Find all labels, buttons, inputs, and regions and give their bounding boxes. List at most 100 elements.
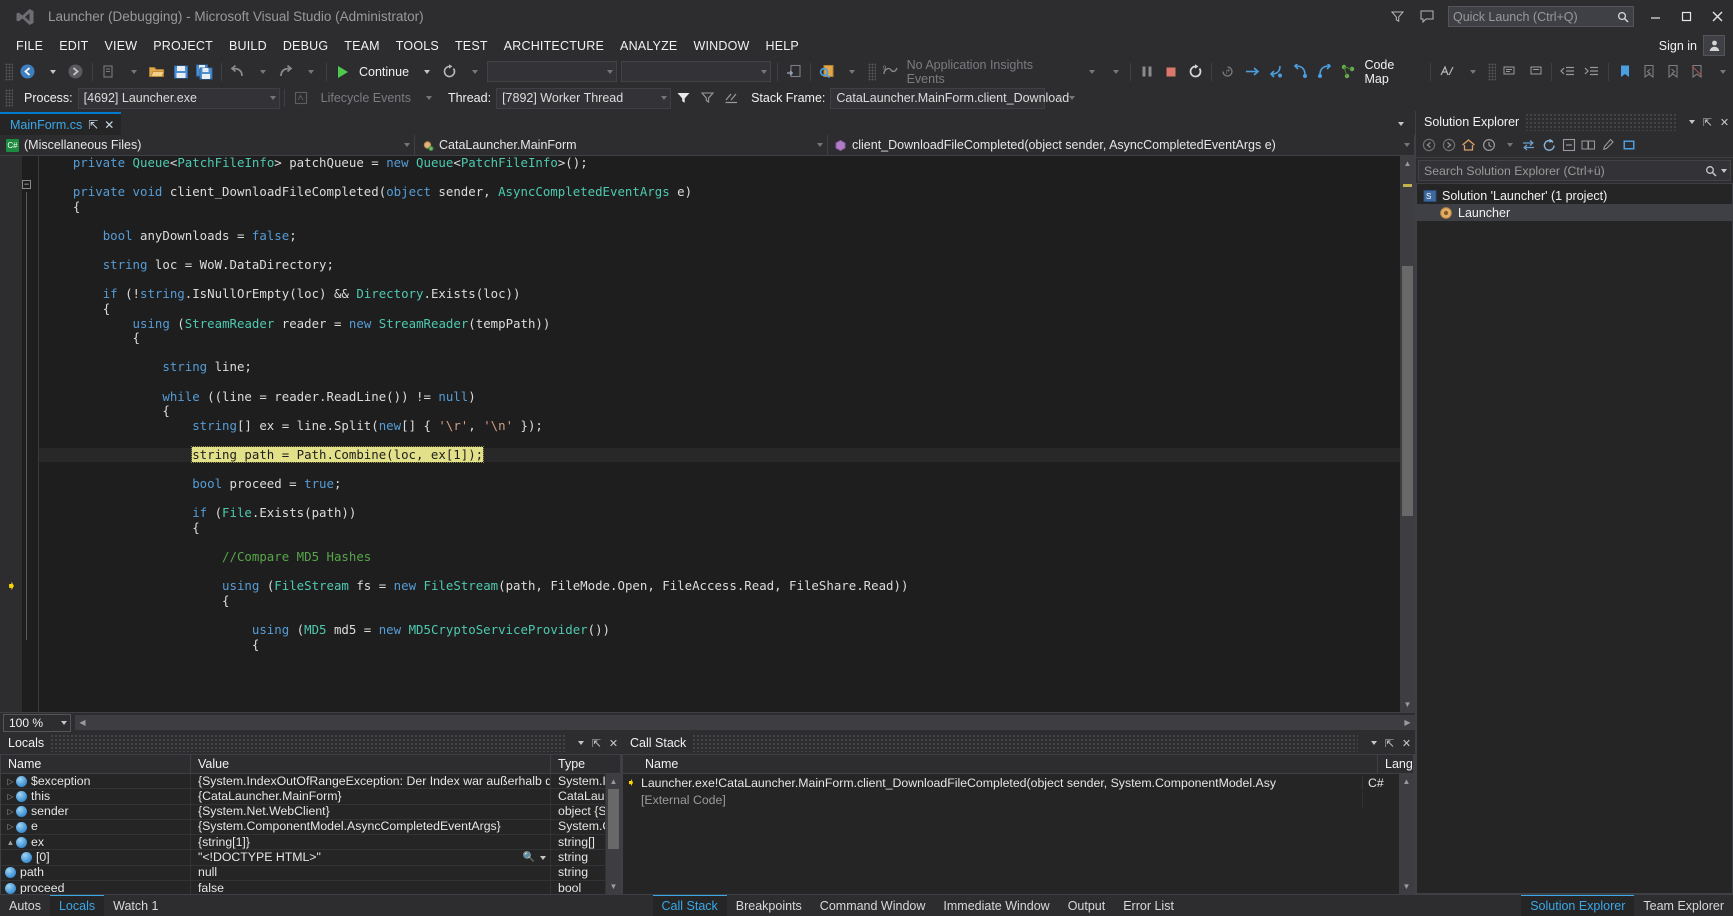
code-line[interactable] [39, 375, 1400, 390]
decrease-indent-icon[interactable] [1556, 61, 1580, 83]
app-insights-dropdown[interactable] [1078, 61, 1102, 83]
nav-member-dropdown[interactable]: client_DownloadFileCompleted(object send… [828, 135, 1415, 155]
locals-name-cell[interactable]: proceed [1, 880, 191, 894]
menu-build[interactable]: BUILD [221, 36, 275, 56]
locals-row[interactable]: ▷ $exception {System.IndexOutOfRangeExcept… [1, 774, 606, 790]
toolbar-grip[interactable] [5, 62, 13, 81]
show-all-files-icon[interactable] [1579, 135, 1598, 155]
step-out-icon[interactable] [1312, 61, 1336, 83]
tab-list-chevron-down-icon[interactable] [1387, 113, 1411, 135]
navigate-backward-dropdown[interactable] [40, 61, 64, 83]
locals-scroll-up-icon[interactable]: ▲ [610, 774, 618, 789]
locals-col-type[interactable]: Type [551, 755, 621, 773]
call-stack-row[interactable]: [External Code] [623, 791, 1399, 808]
lifecycle-events-label[interactable]: Lifecycle Events [321, 91, 411, 105]
code-line[interactable]: string line; [39, 360, 1400, 375]
call-stack-rows[interactable]: ➧ Launcher.exe!CataLauncher.MainForm.clie… [623, 774, 1399, 894]
menu-file[interactable]: FILE [8, 36, 51, 56]
app-insights-label[interactable]: No Application Insights Events [903, 58, 1079, 86]
menu-view[interactable]: VIEW [96, 36, 145, 56]
tab-locals[interactable]: Locals [49, 894, 105, 916]
locals-vertical-scrollbar[interactable]: ▲ ▼ [606, 774, 621, 894]
tab-solution-explorer[interactable]: Solution Explorer [1521, 894, 1635, 916]
locals-name-cell[interactable]: ▷ $exception [1, 774, 191, 789]
code-line[interactable] [39, 346, 1400, 361]
menu-analyze[interactable]: ANALYZE [612, 36, 685, 56]
locals-type-cell[interactable]: string [551, 849, 606, 866]
show-next-statement-arrow-icon[interactable] [1240, 61, 1264, 83]
code-line[interactable]: //Compare MD5 Hashes [39, 549, 1400, 565]
scroll-left-arrow-icon[interactable]: ◀ [75, 718, 90, 727]
increase-indent-icon[interactable] [1580, 61, 1604, 83]
debug-location-overflow[interactable] [1045, 87, 1069, 109]
locals-drag-area[interactable] [50, 734, 565, 752]
menu-help[interactable]: HELP [758, 36, 807, 56]
menu-project[interactable]: PROJECT [145, 36, 221, 56]
break-all-icon[interactable] [1135, 61, 1159, 83]
locals-value-cell[interactable]: {CataLauncher.MainForm} [191, 788, 551, 805]
step-over-icon[interactable] [1288, 61, 1312, 83]
tab-immediate-window[interactable]: Immediate Window [934, 895, 1058, 916]
continue-play-icon[interactable] [331, 61, 355, 83]
lifecycle-events-dropdown[interactable] [416, 87, 440, 109]
call-stack-scroll-up-icon[interactable]: ▲ [1403, 774, 1411, 789]
scroll-up-arrow-icon[interactable]: ▲ [1400, 156, 1415, 171]
code-line[interactable] [39, 535, 1400, 550]
save-icon[interactable] [169, 61, 193, 83]
locals-value-cell[interactable]: null [191, 865, 551, 881]
open-file-icon[interactable] [145, 61, 169, 83]
close-button[interactable] [1702, 0, 1733, 33]
previous-bookmark-icon[interactable] [1637, 61, 1661, 83]
call-stack-grid[interactable]: Name Lang ➧ Launcher.exe!CataLauncher.Mai… [622, 754, 1415, 894]
filter-to-flagged-icon[interactable] [719, 87, 743, 109]
editor-horizontal-scrollbar[interactable]: ◀ ▶ [75, 715, 1415, 730]
tab-team-explorer[interactable]: Team Explorer [1634, 895, 1733, 916]
menu-team[interactable]: TEAM [336, 36, 388, 56]
find-dropdown[interactable] [839, 61, 863, 83]
locals-value-cell[interactable]: {System.Net.WebClient} [191, 804, 551, 820]
code-map-icon[interactable] [1336, 61, 1360, 83]
redo-icon[interactable] [274, 61, 298, 83]
tab-error-list[interactable]: Error List [1114, 895, 1183, 916]
preview-selected-items-icon[interactable] [1619, 135, 1638, 155]
pin-icon[interactable]: ⇱ [88, 118, 98, 132]
code-line[interactable] [39, 433, 1400, 448]
locals-rows[interactable]: ▷ $exception {System.IndexOutOfRangeExcept… [1, 774, 606, 894]
thread-combo[interactable]: [7892] Worker Thread [496, 87, 672, 109]
locals-name-cell[interactable]: ▷ e [1, 819, 191, 835]
code-line[interactable]: bool anyDownloads = false; [39, 228, 1400, 244]
collapse-arrow-icon[interactable]: ▲ [5, 835, 16, 850]
process-combo[interactable]: [4692] Launcher.exe [77, 87, 280, 109]
zoom-level-combo[interactable]: 100 % [3, 713, 71, 732]
app-insights-icon[interactable]: 9 [879, 61, 903, 83]
debug-toolbar-grip[interactable] [5, 89, 13, 107]
code-line[interactable]: bool proceed = true; [39, 476, 1400, 492]
code-line[interactable]: private void client_DownloadFileComplete… [39, 184, 1400, 200]
toolbar-grip-2[interactable] [867, 62, 876, 81]
code-line[interactable]: string path = Path.Combine(loc, ex[1]); [39, 445, 1400, 463]
locals-scroll-thumb[interactable] [608, 789, 619, 849]
bookmarks-overflow[interactable] [1709, 61, 1733, 83]
code-line[interactable]: { [39, 520, 1400, 536]
locals-row[interactable]: path null string [1, 865, 606, 882]
text-visualizer-magnifier-icon[interactable]: 🔍 [521, 850, 537, 865]
maximize-button[interactable] [1671, 0, 1702, 33]
scroll-right-arrow-icon[interactable]: ▶ [1400, 718, 1415, 727]
sync-with-active-document-icon[interactable] [1519, 135, 1538, 155]
outlining-gutter[interactable]: − [22, 156, 39, 712]
code-map-label[interactable]: Code Map [1360, 58, 1426, 86]
locals-pin-icon[interactable]: ⇱ [588, 733, 605, 753]
code-line[interactable] [39, 492, 1400, 507]
refresh-icon[interactable] [1539, 135, 1558, 155]
editor-vertical-scrollbar[interactable]: ▲ ▼ [1400, 156, 1415, 712]
expand-arrow-icon[interactable]: ▷ [5, 819, 16, 834]
code-line[interactable]: if (File.Exists(path)) [39, 505, 1400, 521]
tab-watch-1[interactable]: Watch 1 [104, 895, 167, 916]
code-line[interactable] [39, 608, 1400, 623]
nav-type-dropdown[interactable]: CataLauncher.MainForm [415, 135, 828, 155]
filter-icon[interactable] [1382, 2, 1412, 32]
tab-breakpoints[interactable]: Breakpoints [727, 895, 811, 916]
locals-row[interactable]: ▷ sender {System.Net.WebClient} object {S [1, 804, 606, 820]
menu-test[interactable]: TEST [447, 36, 496, 56]
new-item-icon[interactable] [97, 61, 121, 83]
